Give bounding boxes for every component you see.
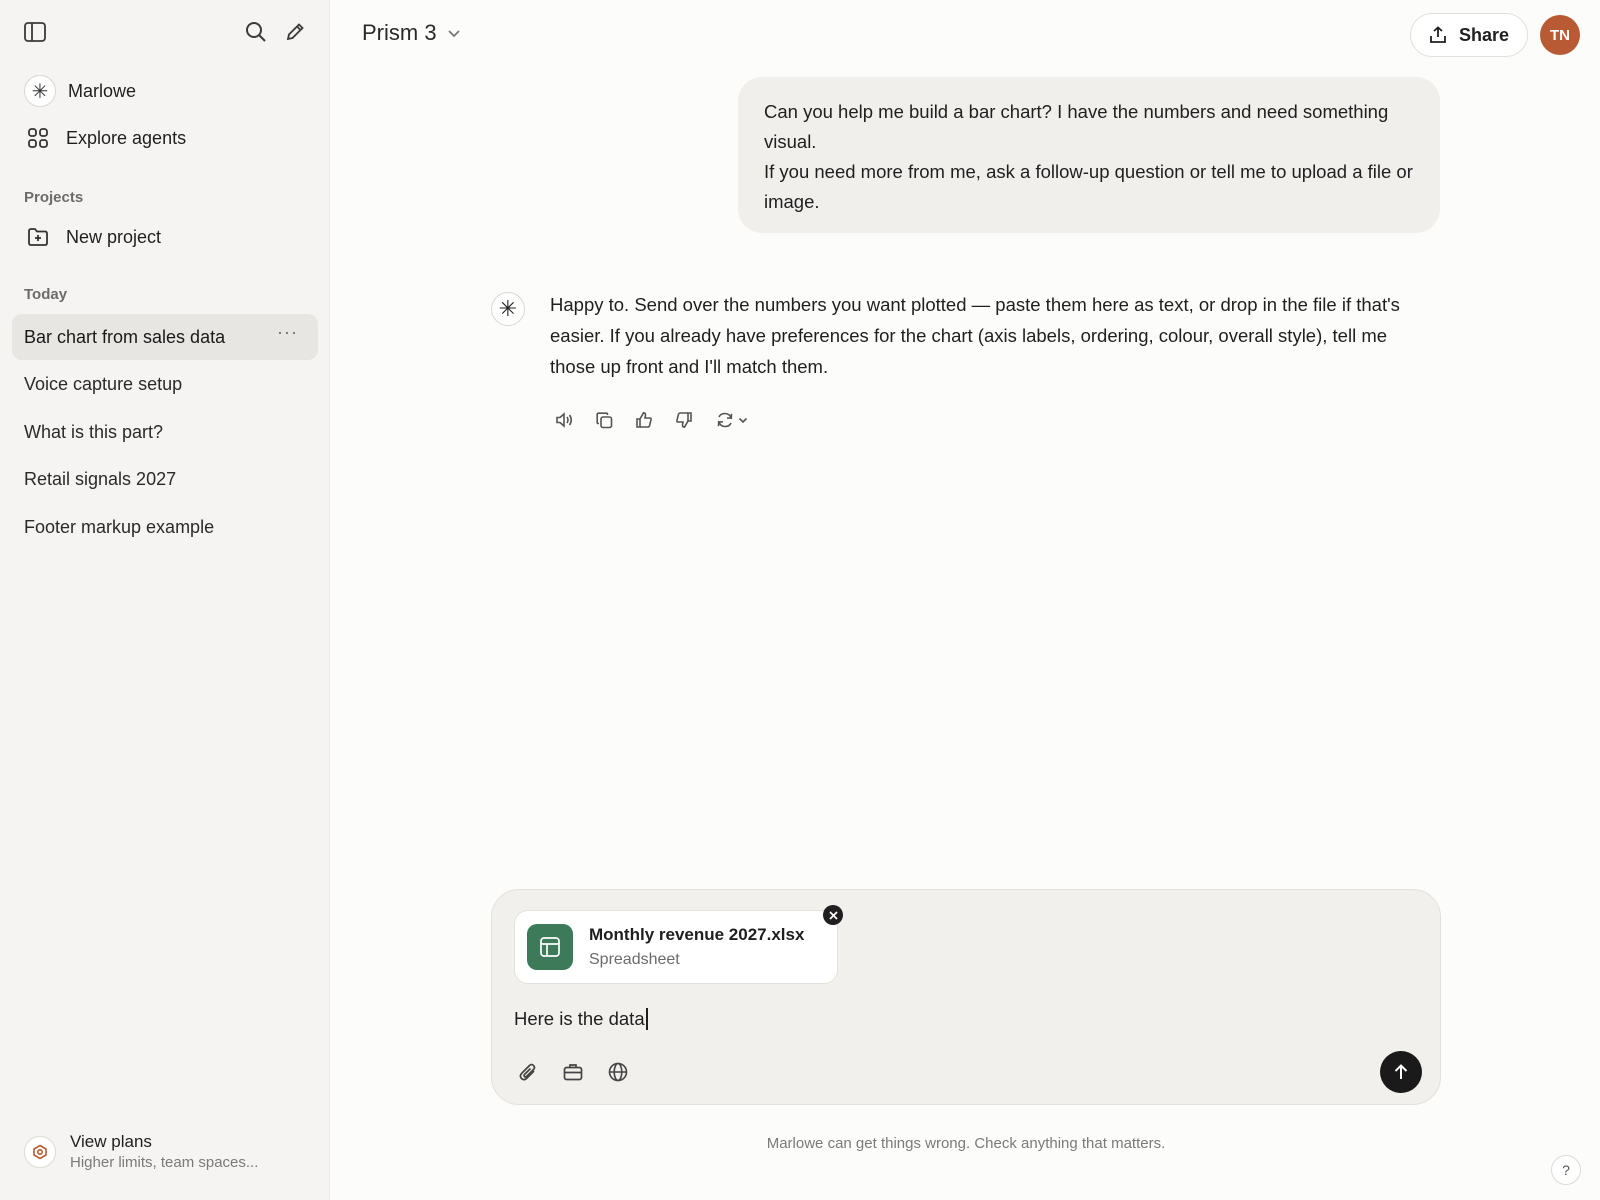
view-plans-link[interactable]: View plans Higher limits, team spaces... <box>24 1132 258 1171</box>
share-button[interactable]: Share <box>1410 13 1528 57</box>
chat-item-label: Bar chart from sales data <box>24 326 226 347</box>
new-project-label: New project <box>66 226 162 247</box>
new-project-link[interactable]: New project <box>24 223 161 251</box>
search-button[interactable] <box>240 16 272 48</box>
model-name: Prism 3 <box>362 20 437 45</box>
send-button[interactable] <box>1380 1051 1422 1093</box>
search-icon <box>246 22 266 42</box>
assistant-avatar-asterisk-icon: ✳ <box>491 292 525 326</box>
chat-item-label: What is this part? <box>24 421 164 442</box>
model-selector[interactable]: Prism 3 <box>362 20 461 46</box>
regenerate-icon <box>717 412 733 428</box>
projects-heading: Projects <box>24 189 84 206</box>
avatar[interactable]: TN <box>1540 15 1580 55</box>
sidebar-toggle-icon <box>24 22 46 42</box>
attachment-card[interactable]: Monthly revenue 2027.xlsx Spreadsheet <box>514 910 838 984</box>
chevron-down-icon <box>738 417 748 423</box>
sidebar-toggle-button[interactable] <box>19 16 51 48</box>
thumbs-up-icon[interactable] <box>632 408 656 432</box>
sidebar: ✳ Marlowe Explore agents Projects New pr… <box>0 0 330 1200</box>
chat-item-footer-markup[interactable]: Footer markup example <box>12 504 318 550</box>
remove-attachment-button[interactable] <box>823 905 843 925</box>
plans-icon <box>24 1135 56 1168</box>
text-caret <box>645 1008 648 1030</box>
web-search-button[interactable] <box>604 1058 632 1086</box>
today-heading: Today <box>24 286 68 303</box>
view-plans-subtitle: Higher limits, team spaces... <box>70 1154 259 1171</box>
brand-label: Marlowe <box>68 80 137 101</box>
attachment-type: Spreadsheet <box>589 951 680 968</box>
assistant-message: Happy to. Send over the numbers you want… <box>550 294 1400 377</box>
copy-icon[interactable] <box>592 408 616 432</box>
composer: Monthly revenue 2027.xlsx Spreadsheet He… <box>491 889 1441 1105</box>
attach-file-button[interactable] <box>514 1058 542 1086</box>
message-input[interactable]: Here is the data <box>514 1004 1394 1034</box>
paperclip-icon <box>519 1063 536 1081</box>
brand-link[interactable]: ✳ Marlowe <box>24 75 136 107</box>
user-message-line: If you need more from me, ask a follow-u… <box>764 161 1413 212</box>
help-button[interactable]: ? <box>1551 1155 1581 1185</box>
briefcase-icon <box>563 1064 583 1081</box>
tools-button[interactable] <box>559 1058 587 1086</box>
chat-item-what-is-this-part[interactable]: What is this part? <box>12 409 318 455</box>
chat-item-label: Retail signals 2027 <box>24 468 177 489</box>
grid-icon <box>24 124 52 152</box>
globe-icon <box>608 1062 628 1082</box>
chat-item-retail-signals[interactable]: Retail signals 2027 <box>12 456 318 502</box>
arrow-up-icon <box>1394 1064 1408 1079</box>
disclaimer: Marlowe can get things wrong. Check anyt… <box>766 1135 1166 1152</box>
regenerate-button[interactable] <box>712 408 752 432</box>
user-message: Can you help me build a bar chart? I hav… <box>738 77 1440 233</box>
share-icon <box>1430 26 1446 43</box>
message-actions <box>552 408 768 432</box>
attachment-name: Monthly revenue 2027.xlsx <box>589 925 805 944</box>
share-label: Share <box>1458 24 1510 45</box>
chat-item-label: Footer markup example <box>24 516 215 537</box>
chat-item-bar-chart[interactable]: Bar chart from sales data ··· <box>12 314 318 360</box>
spreadsheet-icon <box>527 924 573 970</box>
new-chat-button[interactable] <box>279 16 311 48</box>
user-message-line: Can you help me build a bar chart? I hav… <box>764 101 1389 152</box>
chat-item-label: Voice capture setup <box>24 373 183 394</box>
asterisk-icon: ✳ <box>24 75 56 107</box>
speaker-icon[interactable] <box>552 408 576 432</box>
close-icon <box>828 910 838 920</box>
more-options-icon[interactable]: ··· <box>277 322 298 343</box>
pencil-icon <box>286 23 304 41</box>
message-input-value: Here is the data <box>514 1008 645 1029</box>
explore-agents-label: Explore agents <box>66 127 187 148</box>
explore-agents-link[interactable]: Explore agents <box>24 124 186 152</box>
chevron-down-icon <box>447 29 460 37</box>
chat-item-voice-capture[interactable]: Voice capture setup <box>12 361 318 407</box>
view-plans-title: View plans <box>70 1132 152 1151</box>
thumbs-down-icon[interactable] <box>672 408 696 432</box>
folder-plus-icon <box>24 223 52 251</box>
